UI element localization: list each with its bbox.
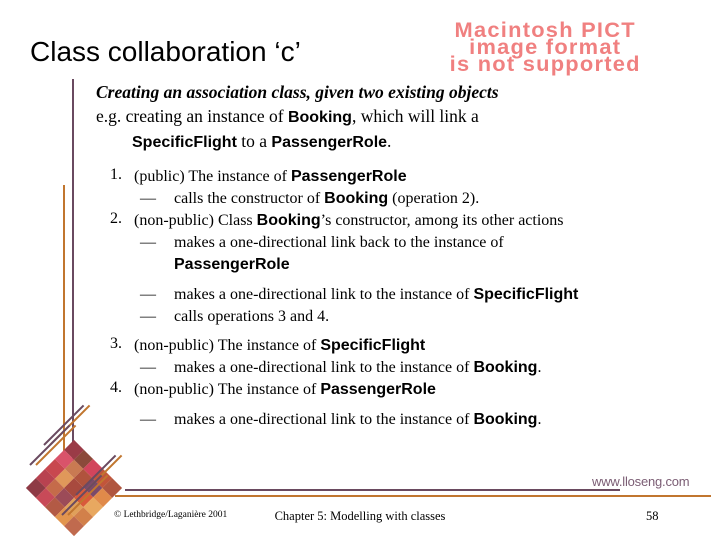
list-item: 2. (non-public) Class Booking’s construc…	[96, 210, 710, 328]
em-dash-marker: —	[140, 234, 156, 251]
example-statement: e.g. creating an instance of Booking, wh…	[96, 105, 710, 154]
sub-text-post: (operation 2).	[388, 190, 480, 207]
numbered-step-list: 1. (public) The instance of PassengerRol…	[96, 166, 710, 431]
example-identifier-booking: Booking	[287, 109, 352, 126]
step-identifier: SpecificFlight	[320, 337, 426, 354]
pict-placeholder-line-3: is not supported	[449, 53, 641, 76]
example-text-part-2: , which will link a	[351, 106, 479, 126]
sub-text-pre: makes a one-directional link to the inst…	[174, 359, 474, 376]
sub-text-pre: makes a one-directional link back to the…	[174, 234, 504, 251]
footer-page-number: 58	[646, 509, 659, 523]
example-line-2: SpecificFlight to a PassengerRole.	[96, 130, 710, 154]
step-text: (public) The instance of PassengerRole	[134, 166, 710, 188]
step-text-pre: (public) The instance of	[134, 168, 291, 185]
horizontal-rule-orange	[115, 495, 711, 497]
horizontal-rule-purple	[125, 489, 620, 491]
step-number: 3.	[110, 335, 122, 352]
step-number: 1.	[110, 166, 122, 183]
quilt-diamond-logo	[14, 404, 132, 538]
sub-bullet: — makes a one-directional link back to th…	[134, 232, 710, 276]
sub-identifier: SpecificFlight	[473, 286, 579, 303]
sub-identifier: PassengerRole	[174, 256, 290, 273]
example-identifier-specificflight: SpecificFlight	[132, 134, 237, 151]
sub-text-pre: makes a one-directional link to the inst…	[174, 286, 474, 303]
step-text: (non-public) Class Booking’s constructor…	[134, 210, 710, 232]
step-identifier: PassengerRole	[320, 381, 436, 398]
watermark-url: www.lloseng.com	[592, 474, 690, 489]
step-text: (non-public) The instance of PassengerRo…	[134, 379, 710, 401]
em-dash-marker: —	[140, 359, 156, 376]
step-text-pre: (non-public) Class	[134, 212, 257, 229]
step-number: 4.	[110, 379, 122, 396]
pict-unsupported-placeholder: Macintosh PICT image format is not suppo…	[358, 20, 720, 76]
step-text: (non-public) The instance of SpecificFli…	[134, 335, 710, 357]
sub-text-post: .	[537, 359, 542, 376]
example-text-part-3: to a	[236, 131, 272, 151]
sub-bullet: — makes a one-directional link to the ins…	[134, 284, 710, 306]
step-text-pre: (non-public) The instance of	[134, 381, 321, 398]
step-number: 2.	[110, 210, 122, 227]
list-item: 4. (non-public) The instance of Passenge…	[96, 379, 710, 431]
sub-bullet: — makes a one-directional link to the ins…	[134, 409, 710, 431]
em-dash-marker: —	[140, 190, 156, 207]
example-identifier-passengerrole: PassengerRole	[271, 134, 388, 151]
sub-line-2: PassengerRole	[174, 254, 710, 276]
step-identifier: PassengerRole	[290, 168, 407, 185]
sub-identifier: Booking	[473, 359, 538, 376]
example-text-part-4: .	[387, 131, 392, 151]
em-dash-marker: —	[140, 411, 156, 428]
sub-bullet: — calls operations 3 and 4.	[134, 306, 710, 328]
sub-bullet: — makes a one-directional link to the ins…	[134, 357, 710, 379]
sub-identifier: Booking	[473, 411, 538, 428]
sub-text-pre: calls operations 3 and 4.	[174, 308, 330, 325]
step-text-post: ’s constructor, among its other actions	[320, 212, 564, 229]
page-title: Class collaboration ‘c’	[30, 36, 301, 67]
em-dash-marker: —	[140, 286, 156, 303]
sub-text-pre: calls the constructor of	[174, 190, 325, 207]
sub-identifier: Booking	[324, 190, 389, 207]
step-text-pre: (non-public) The instance of	[134, 337, 321, 354]
em-dash-marker: —	[140, 308, 156, 325]
sub-text-pre: makes a one-directional link to the inst…	[174, 411, 474, 428]
vertical-rule-purple	[72, 79, 74, 461]
list-item: 3. (non-public) The instance of Specific…	[96, 335, 710, 379]
slide-body: Creating an association class, given two…	[96, 82, 710, 431]
lead-statement: Creating an association class, given two…	[96, 82, 499, 102]
sub-bullet: — calls the constructor of Booking (opera…	[134, 188, 710, 210]
example-text-part-1: e.g. creating an instance of	[96, 106, 288, 126]
step-identifier: Booking	[256, 212, 321, 229]
list-item: 1. (public) The instance of PassengerRol…	[96, 166, 710, 210]
sub-text-post: .	[537, 411, 542, 428]
